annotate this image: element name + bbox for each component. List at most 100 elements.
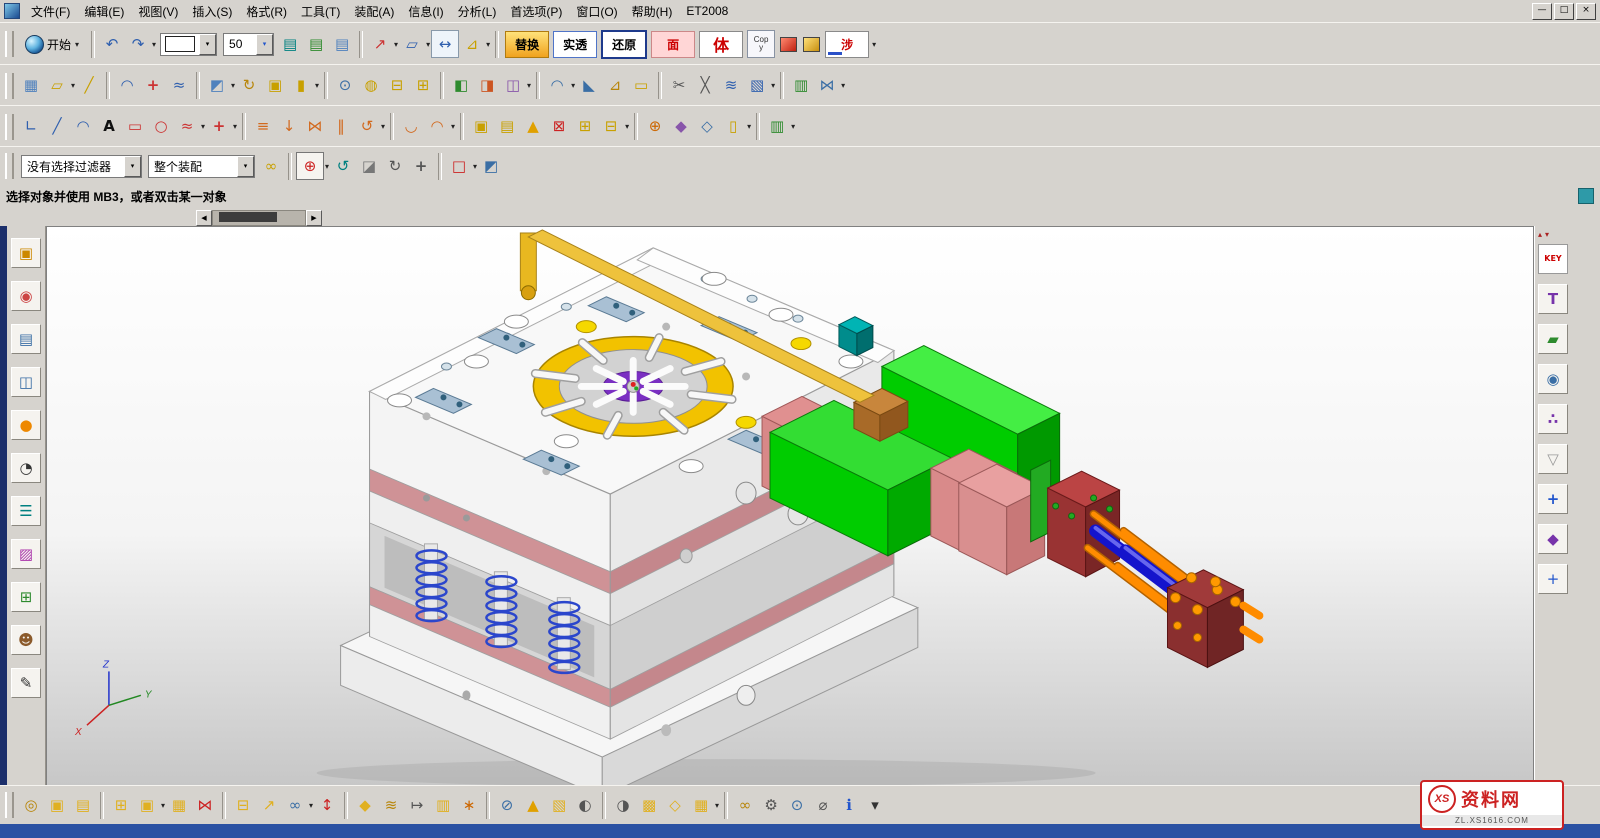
wrap-curve-icon[interactable]: ◠	[424, 114, 450, 140]
offset-curve-icon[interactable]: ≡	[250, 114, 276, 140]
key-help-icon[interactable]: KEY	[1538, 244, 1568, 274]
open-component-icon[interactable]: ▣	[44, 792, 70, 818]
extrude-icon-dropdown[interactable]: ▾	[231, 81, 235, 90]
assembly-constraints-icon[interactable]: ∞	[282, 792, 308, 818]
replace-face-icon[interactable]: ⊞	[572, 114, 598, 140]
pattern-geometry-icon[interactable]: ▤	[494, 114, 520, 140]
layer-settings-icon[interactable]: ▤	[277, 31, 303, 57]
helix-icon[interactable]: ↺	[354, 114, 380, 140]
offset-face-icon-dropdown[interactable]: ▾	[625, 122, 629, 131]
scroll-handle[interactable]	[219, 212, 277, 222]
spheres-icon[interactable]: ◉	[1538, 364, 1568, 394]
project-curve-icon[interactable]: ↓	[276, 114, 302, 140]
angle-icon-dropdown[interactable]: ▾	[486, 40, 490, 49]
product-outline-icon[interactable]: ⊙	[784, 792, 810, 818]
trim-body-icon[interactable]: ✂	[666, 73, 692, 99]
plus-icon[interactable]: +	[1538, 484, 1568, 514]
redo-icon[interactable]: ↷	[125, 31, 151, 57]
menu-et2008[interactable]: ET2008	[679, 2, 735, 20]
locating-pin-yellow[interactable]	[736, 416, 756, 428]
hd3d-tool-icon[interactable]: ●	[11, 410, 41, 440]
menu-tools[interactable]: 工具(T)	[294, 1, 347, 22]
shaded-cube-icon[interactable]	[780, 37, 797, 52]
new-component-icon-dropdown[interactable]: ▾	[161, 801, 165, 810]
toolbar-grip[interactable]	[5, 31, 14, 57]
move-object-icon[interactable]: ▣	[468, 114, 494, 140]
menu-insert[interactable]: 插入(S)	[185, 1, 239, 22]
show-dof-icon[interactable]: ↕	[314, 792, 340, 818]
copy-geometry-icon[interactable]: ▯	[720, 114, 746, 140]
arrangements-icon[interactable]: ▥	[430, 792, 456, 818]
locating-pin-yellow[interactable]	[791, 338, 811, 350]
deformable-part-icon[interactable]: ◇	[662, 792, 688, 818]
menu-window[interactable]: 窗口(O)	[569, 1, 624, 22]
undo-icon[interactable]: ↶	[99, 31, 125, 57]
panel-collapse-icon[interactable]: ▴	[1538, 230, 1542, 239]
menu-view[interactable]: 视图(V)	[131, 1, 185, 22]
menu-preferences[interactable]: 首选项(P)	[503, 1, 569, 22]
pad-icon[interactable]: ⊞	[410, 73, 436, 99]
plane-icon-dropdown[interactable]: ▾	[426, 40, 430, 49]
spreadsheet-icon[interactable]: ⊞	[11, 582, 41, 612]
deform-icon[interactable]: ◇	[694, 114, 720, 140]
menu-file[interactable]: 文件(F)	[24, 1, 77, 22]
studio-spline-icon-dropdown[interactable]: ▾	[201, 122, 205, 131]
new-component-icon[interactable]: ▣	[134, 792, 160, 818]
menu-information[interactable]: 信息(I)	[401, 1, 450, 22]
locating-pin-yellow[interactable]	[576, 321, 596, 333]
gear-settings-icon[interactable]: ⚙	[758, 792, 784, 818]
toolbar-grip[interactable]	[5, 73, 14, 99]
delete-face-icon[interactable]: ⊠	[546, 114, 572, 140]
touch-mode-icon[interactable]: ✎	[11, 668, 41, 698]
helix-icon-dropdown[interactable]: ▾	[381, 122, 385, 131]
toolbar-grip[interactable]	[5, 153, 14, 179]
sketch-icon[interactable]: ◠	[114, 73, 140, 99]
shaded-tool-icon[interactable]: ◪	[356, 153, 382, 179]
restore-view-button[interactable]: 还原	[601, 30, 647, 59]
edit-arrangement-icon[interactable]: ▦	[688, 792, 714, 818]
point-set-icon[interactable]: +	[206, 114, 232, 140]
plane-icon[interactable]: ▱	[399, 31, 425, 57]
toolbar1-overflow-dropdown[interactable]: ▾	[872, 40, 876, 49]
edge-blend-icon[interactable]: ◠	[544, 73, 570, 99]
direct-modeling-icon[interactable]: ▦	[18, 73, 44, 99]
revolve-icon[interactable]: ↻	[236, 73, 262, 99]
template-icon[interactable]: T	[1538, 284, 1568, 314]
interference-button[interactable]: 涉	[825, 31, 869, 58]
replace-button[interactable]: 替换	[505, 31, 549, 58]
graphics-window[interactable]: Z Y X	[46, 226, 1534, 786]
circular-cavity-plate[interactable]	[533, 337, 733, 437]
extrude-icon[interactable]: ◩	[204, 73, 230, 99]
vector-icon[interactable]: ↗	[367, 31, 393, 57]
wrap-curve-icon-dropdown[interactable]: ▾	[451, 122, 455, 131]
mirror-feature-icon-dropdown[interactable]: ▾	[841, 81, 845, 90]
start-dropdown[interactable]: ▾	[75, 40, 79, 49]
scroll-right-button[interactable]: ▶	[306, 210, 322, 226]
bridge-curve-icon[interactable]: ◡	[398, 114, 424, 140]
component-groups-icon[interactable]: ▩	[636, 792, 662, 818]
boss-icon[interactable]: ◍	[358, 73, 384, 99]
molecule-icon[interactable]: ∴	[1538, 404, 1568, 434]
assembly-constraints-icon-dropdown[interactable]: ▾	[309, 801, 313, 810]
menu-help[interactable]: 帮助(H)	[625, 1, 680, 22]
exploded-views-icon[interactable]: ∗	[456, 792, 482, 818]
arc-icon[interactable]: ◠	[70, 114, 96, 140]
view-style-dropdown[interactable]: ▾	[160, 33, 217, 56]
unite-icon[interactable]: ◧	[448, 73, 474, 99]
text-icon[interactable]: A	[96, 114, 122, 140]
datum-plane-icon-dropdown[interactable]: ▾	[71, 81, 75, 90]
copy-geometry-icon-dropdown[interactable]: ▾	[747, 122, 751, 131]
pocket-icon[interactable]: ⊟	[384, 73, 410, 99]
measure-assembly-icon[interactable]: ⌀	[810, 792, 836, 818]
scale-spinner-arrow[interactable]: ▾	[256, 34, 273, 55]
add-component-icon[interactable]: ⊞	[108, 792, 134, 818]
intersect-icon-dropdown[interactable]: ▾	[527, 81, 531, 90]
iso-view-cube-icon[interactable]: ◩	[478, 153, 504, 179]
assembly-navigator-icon[interactable]: ▣	[11, 238, 41, 268]
crosshair-icon[interactable]: +	[1538, 564, 1568, 594]
capsule-icon[interactable]: ▰	[1538, 324, 1568, 354]
restore-button[interactable]: □	[1554, 3, 1574, 20]
snap-point-icon[interactable]: ⊕	[296, 152, 324, 180]
constraint-navigator-icon[interactable]: ◉	[11, 281, 41, 311]
selection-scope-arrow[interactable]: ▾	[237, 156, 254, 177]
